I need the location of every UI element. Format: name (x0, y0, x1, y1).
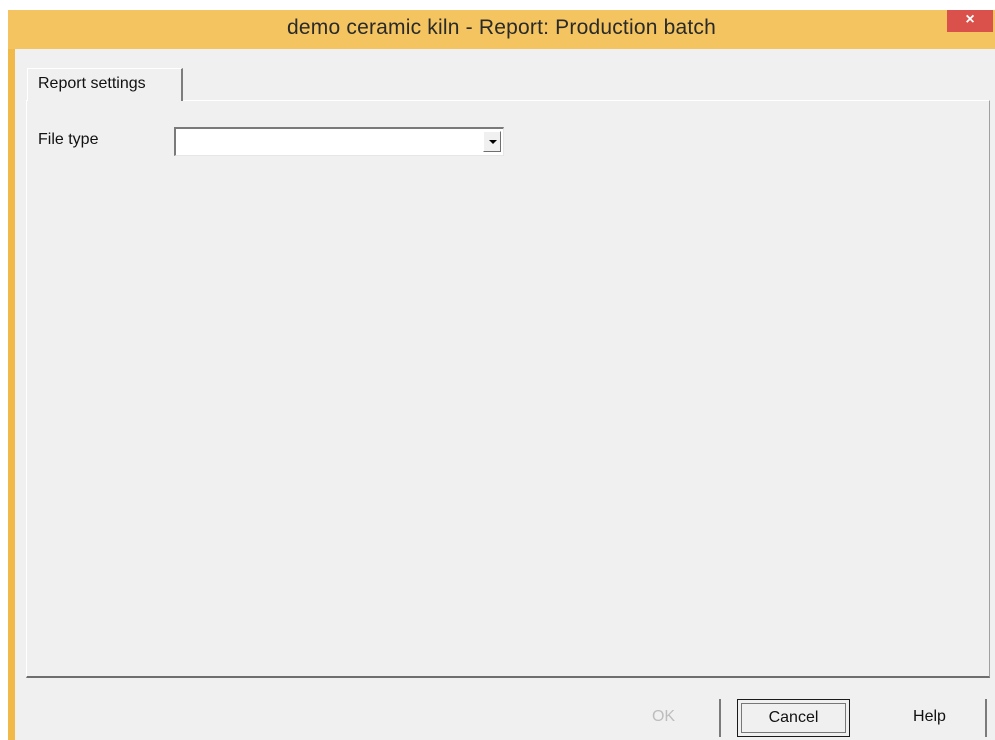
cancel-label: Cancel (741, 703, 846, 733)
file-type-label: File type (38, 131, 99, 148)
dialog-client-area: Report settings File type OK Cancel Help (15, 49, 995, 740)
help-button[interactable]: Help (874, 699, 987, 737)
tab-label: Report settings (38, 75, 146, 92)
tab-panel (26, 100, 990, 678)
file-type-select[interactable] (174, 127, 504, 156)
close-button[interactable]: × (947, 10, 993, 32)
chevron-down-icon[interactable] (483, 131, 501, 152)
cancel-button[interactable]: Cancel (737, 699, 850, 737)
close-icon: × (965, 11, 975, 28)
dialog-window: demo ceramic kiln - Report: Production b… (8, 10, 995, 740)
title-bar[interactable]: demo ceramic kiln - Report: Production b… (8, 10, 995, 49)
window-title: demo ceramic kiln - Report: Production b… (287, 16, 716, 39)
ok-button[interactable]: OK (608, 699, 721, 737)
tab-report-settings[interactable]: Report settings (27, 68, 183, 101)
